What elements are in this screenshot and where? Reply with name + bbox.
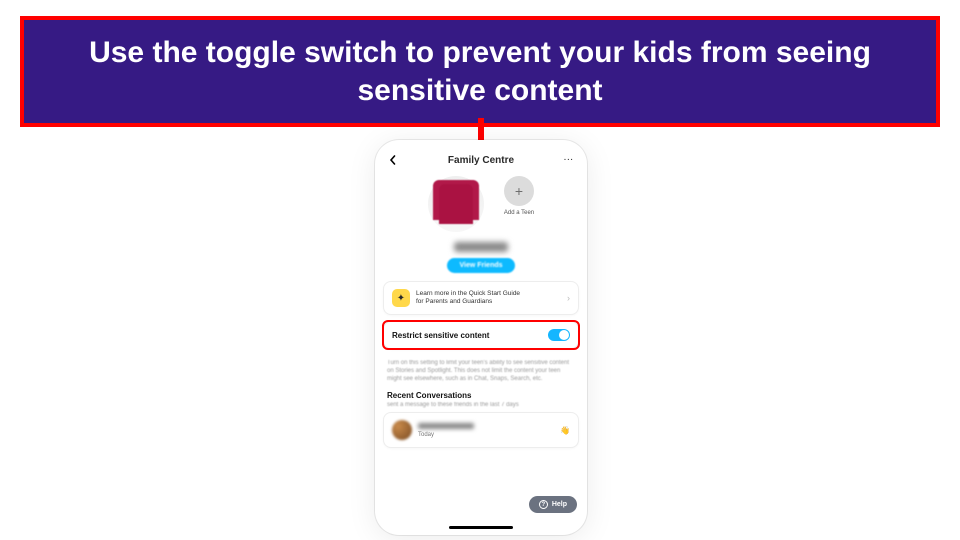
- avatar-row: + Add a Teen: [375, 174, 587, 236]
- recent-conversations-subtitle: sent a message to these friends in the l…: [375, 402, 587, 412]
- guide-text: Learn more in the Quick Start Guide for …: [416, 290, 561, 307]
- callout-text: Use the toggle switch to prevent your ki…: [44, 34, 916, 109]
- home-indicator: [449, 526, 513, 529]
- help-label: Help: [552, 501, 567, 508]
- bitmoji-icon: [439, 184, 473, 224]
- emoji-icon: 👋: [560, 426, 570, 435]
- help-button[interactable]: ? Help: [529, 496, 577, 513]
- add-teen-label: Add a Teen: [504, 210, 534, 216]
- back-button[interactable]: [385, 152, 401, 168]
- teen-avatar[interactable]: [428, 176, 484, 232]
- instruction-callout: Use the toggle switch to prevent your ki…: [20, 16, 940, 127]
- restrict-description: Turn on this setting to limit your teen'…: [375, 355, 587, 389]
- phone-frame: Family Centre ··· + Add a Teen View Frie…: [375, 140, 587, 535]
- page-title: Family Centre: [401, 155, 561, 166]
- teen-name-redacted: [454, 242, 508, 252]
- more-icon[interactable]: ···: [561, 152, 577, 168]
- friend-name-redacted: [418, 423, 474, 429]
- friend-avatar: [392, 420, 412, 440]
- plus-icon: +: [504, 176, 534, 206]
- app-header: Family Centre ···: [375, 140, 587, 174]
- conversation-time: Today: [418, 432, 554, 438]
- add-teen-button[interactable]: + Add a Teen: [504, 176, 534, 216]
- recent-conversations-title: Recent Conversations: [375, 389, 587, 402]
- view-friends-button[interactable]: View Friends: [447, 258, 514, 273]
- conversation-item[interactable]: Today 👋: [383, 412, 579, 448]
- restrict-sensitive-card: Restrict sensitive content: [383, 321, 579, 349]
- restrict-label: Restrict sensitive content: [392, 331, 489, 340]
- quick-start-card[interactable]: ✦ Learn more in the Quick Start Guide fo…: [383, 281, 579, 315]
- help-icon: ?: [539, 500, 548, 509]
- chevron-right-icon: ›: [567, 293, 570, 303]
- restrict-toggle[interactable]: [548, 329, 570, 341]
- guide-icon: ✦: [392, 289, 410, 307]
